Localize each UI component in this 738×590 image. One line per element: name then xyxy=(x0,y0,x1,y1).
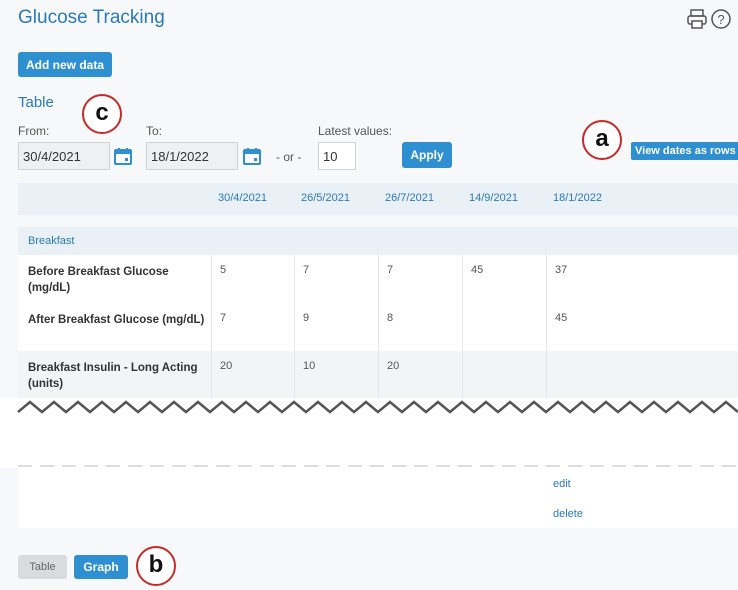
table-cell: 45 xyxy=(471,264,484,276)
from-calendar-icon[interactable] xyxy=(114,147,132,165)
table-row: Breakfast Insulin - Long Acting (units) … xyxy=(18,351,738,400)
table-cell: 7 xyxy=(303,264,310,276)
view-dates-as-rows-button[interactable]: View dates as rows xyxy=(631,142,738,160)
table-cell: 45 xyxy=(555,312,568,324)
row-label: After Breakfast Glucose (mg/dL) xyxy=(28,314,205,326)
date-header: 14/9/2021 xyxy=(469,192,518,204)
svg-text:?: ? xyxy=(717,12,724,27)
table-cell: 20 xyxy=(387,360,400,372)
graph-view-button[interactable]: Graph xyxy=(74,555,128,579)
table-cell: 5 xyxy=(220,264,227,276)
page-title: Glucose Tracking xyxy=(18,7,165,28)
table-header: 30/4/2021 26/5/2021 26/7/2021 14/9/2021 … xyxy=(18,183,738,215)
actions-area xyxy=(18,468,738,528)
row-label: Before Breakfast Glucose (mg/dL) xyxy=(28,266,169,294)
table-cell: 9 xyxy=(303,312,310,324)
add-new-data-button[interactable]: Add new data xyxy=(18,52,112,77)
to-date-field[interactable]: 18/1/2022 xyxy=(146,142,238,170)
latest-label: Latest values: xyxy=(318,124,393,138)
apply-button[interactable]: Apply xyxy=(402,142,452,168)
help-icon[interactable]: ? xyxy=(710,8,732,35)
table-cell: 20 xyxy=(220,360,233,372)
table-cell: 10 xyxy=(303,360,316,372)
table-cell: 8 xyxy=(387,312,394,324)
marker-c: c xyxy=(82,94,122,134)
torn-edge-divider xyxy=(0,398,738,468)
marker-b: b xyxy=(136,546,176,586)
from-date-field[interactable]: 30/4/2021 xyxy=(18,142,110,170)
date-header: 18/1/2022 xyxy=(553,192,602,204)
group-label: Breakfast xyxy=(28,235,75,247)
to-label: To: xyxy=(146,124,163,138)
table-view-button[interactable]: Table xyxy=(18,555,67,579)
marker-a: a xyxy=(582,120,622,160)
from-label: From: xyxy=(18,124,50,138)
delete-link[interactable]: delete xyxy=(553,508,583,520)
table-row: After Breakfast Glucose (mg/dL) 7 9 8 45 xyxy=(18,303,738,352)
page: Glucose Tracking ? Add new data Table c … xyxy=(0,0,738,590)
edit-link[interactable]: edit xyxy=(553,478,571,490)
header-icons: ? xyxy=(686,8,732,35)
latest-values-input[interactable]: 10 xyxy=(318,142,356,170)
printer-icon[interactable] xyxy=(686,8,708,35)
row-label: Breakfast Insulin - Long Acting (units) xyxy=(28,362,198,390)
group-header-breakfast: Breakfast xyxy=(18,227,738,255)
table-cell: 7 xyxy=(387,264,394,276)
date-header: 26/5/2021 xyxy=(301,192,350,204)
table-cell: 37 xyxy=(555,264,568,276)
table-row: Before Breakfast Glucose (mg/dL) 5 7 7 4… xyxy=(18,255,738,304)
date-header: 30/4/2021 xyxy=(218,192,267,204)
date-header: 26/7/2021 xyxy=(385,192,434,204)
section-label: Table xyxy=(18,94,54,111)
table-cell: 7 xyxy=(220,312,227,324)
to-calendar-icon[interactable] xyxy=(243,147,261,165)
or-label: - or - xyxy=(276,150,302,164)
